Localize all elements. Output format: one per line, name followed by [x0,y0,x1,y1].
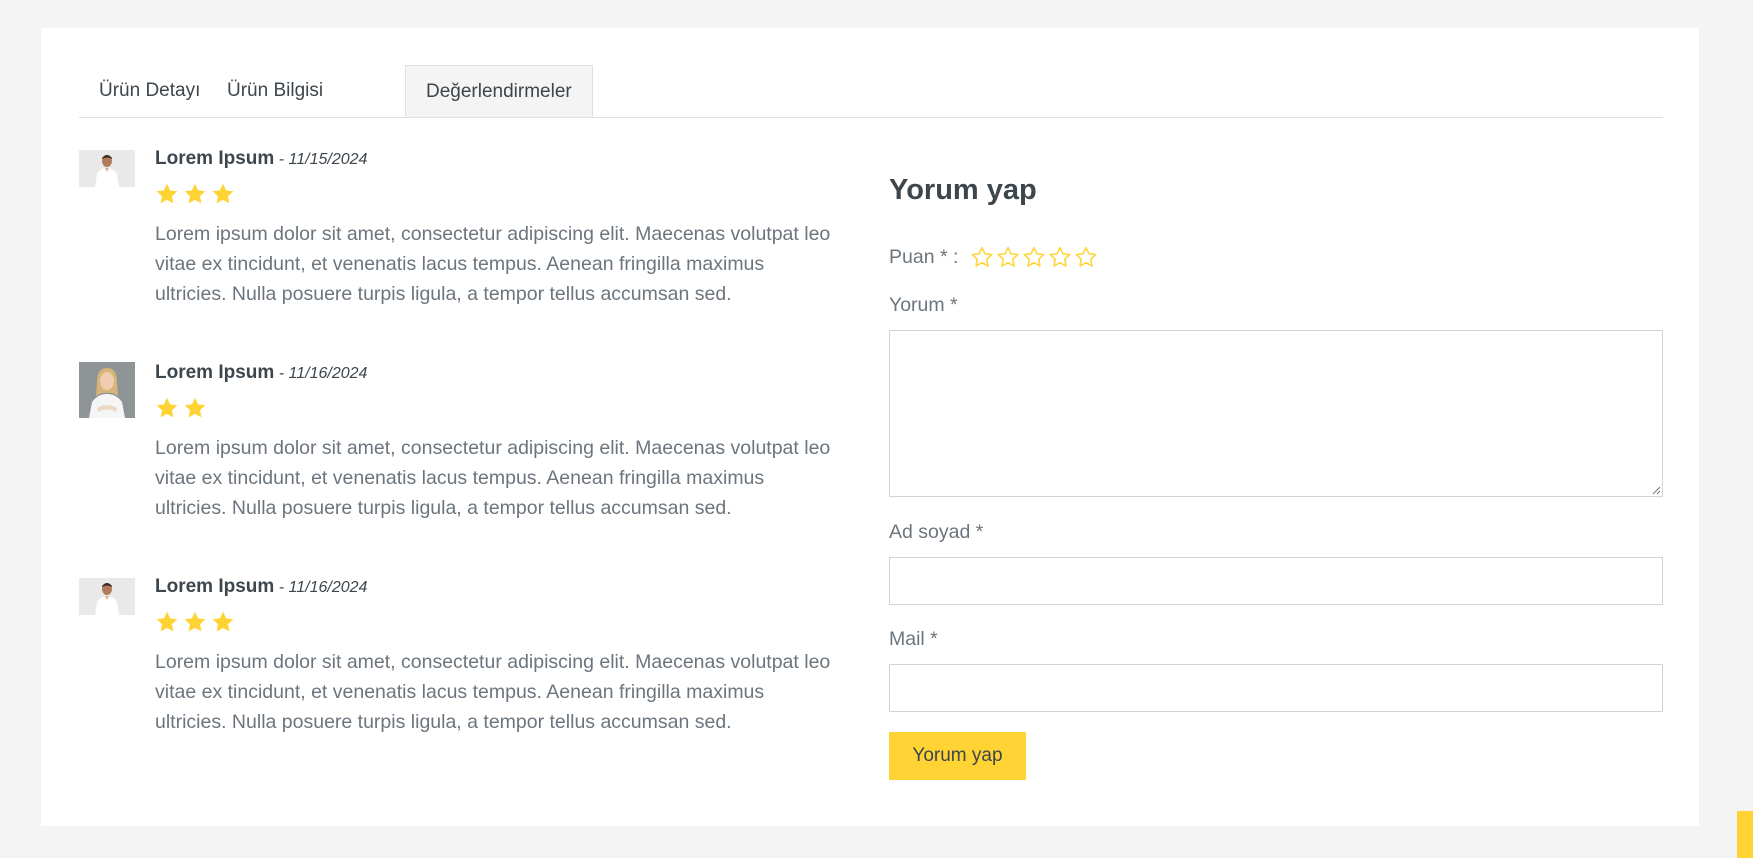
review-separator: - [274,365,289,382]
star-outline-icon[interactable] [1048,245,1072,269]
review-header: Lorem Ipsum - 11/16/2024 [155,360,835,386]
star-outline-icon[interactable] [970,245,994,269]
review-date: 11/15/2024 [288,151,368,168]
review-separator: - [274,151,289,168]
star-icon [183,396,207,422]
star-outline-icon[interactable] [1022,245,1046,269]
tab-bar: Ürün Detayı Ürün Bilgisi Değerlendirmele… [79,65,1663,118]
star-outline-icon[interactable] [996,245,1020,269]
tab-urun-bilgisi[interactable]: Ürün Bilgisi [207,65,343,116]
review-body: Lorem Ipsum - 11/16/2024 Lorem ipsum dol… [155,574,835,737]
review-separator: - [274,579,289,596]
review-text: Lorem ipsum dolor sit amet, consectetur … [155,437,831,519]
star-outline-icon[interactable] [1074,245,1098,269]
rating-input[interactable] [970,245,1098,269]
woman-avatar [79,362,135,418]
review-text: Lorem ipsum dolor sit amet, consectetur … [155,651,831,733]
review-rating [155,396,835,422]
comment-label: Yorum * [889,294,958,316]
name-input[interactable] [889,557,1663,605]
form-title: Yorum yap [889,174,1037,206]
rating-label: Puan * : [889,245,959,268]
resize-handle-icon[interactable] [1652,486,1661,495]
submit-review-button[interactable]: Yorum yap [889,732,1026,780]
star-icon [183,610,207,636]
reviewer-name: Lorem Ipsum [155,362,275,383]
star-icon [155,396,179,422]
tab-degerlendirmeler[interactable]: Değerlendirmeler [405,65,593,117]
tab-urun-detayi[interactable]: Ürün Detayı [79,65,220,116]
mail-input[interactable] [889,664,1663,712]
star-icon [155,610,179,636]
star-icon [211,610,235,636]
review-date: 11/16/2024 [288,579,368,596]
man-avatar [79,578,135,615]
star-icon [211,182,235,208]
reviewer-name: Lorem Ipsum [155,576,275,597]
name-label: Ad soyad * [889,521,984,543]
rating-row: Puan * : [889,242,1098,272]
review-rating [155,182,835,208]
product-tabs-card: Ürün Detayı Ürün Bilgisi Değerlendirmele… [41,28,1699,826]
back-to-top-button[interactable] [1737,811,1753,858]
comment-textarea[interactable] [889,330,1663,497]
review-header: Lorem Ipsum - 11/16/2024 [155,574,835,600]
star-icon [155,182,179,208]
review-header: Lorem Ipsum - 11/15/2024 [155,146,835,172]
review-text: Lorem ipsum dolor sit amet, consectetur … [155,223,831,305]
mail-label: Mail * [889,628,938,650]
review-body: Lorem Ipsum - 11/16/2024 Lorem ipsum dol… [155,360,835,523]
review-body: Lorem Ipsum - 11/15/2024 Lorem ipsum dol… [155,146,835,309]
man-avatar [79,150,135,187]
star-icon [183,182,207,208]
reviewer-name: Lorem Ipsum [155,148,275,169]
review-rating [155,610,835,636]
review-date: 11/16/2024 [288,365,368,382]
